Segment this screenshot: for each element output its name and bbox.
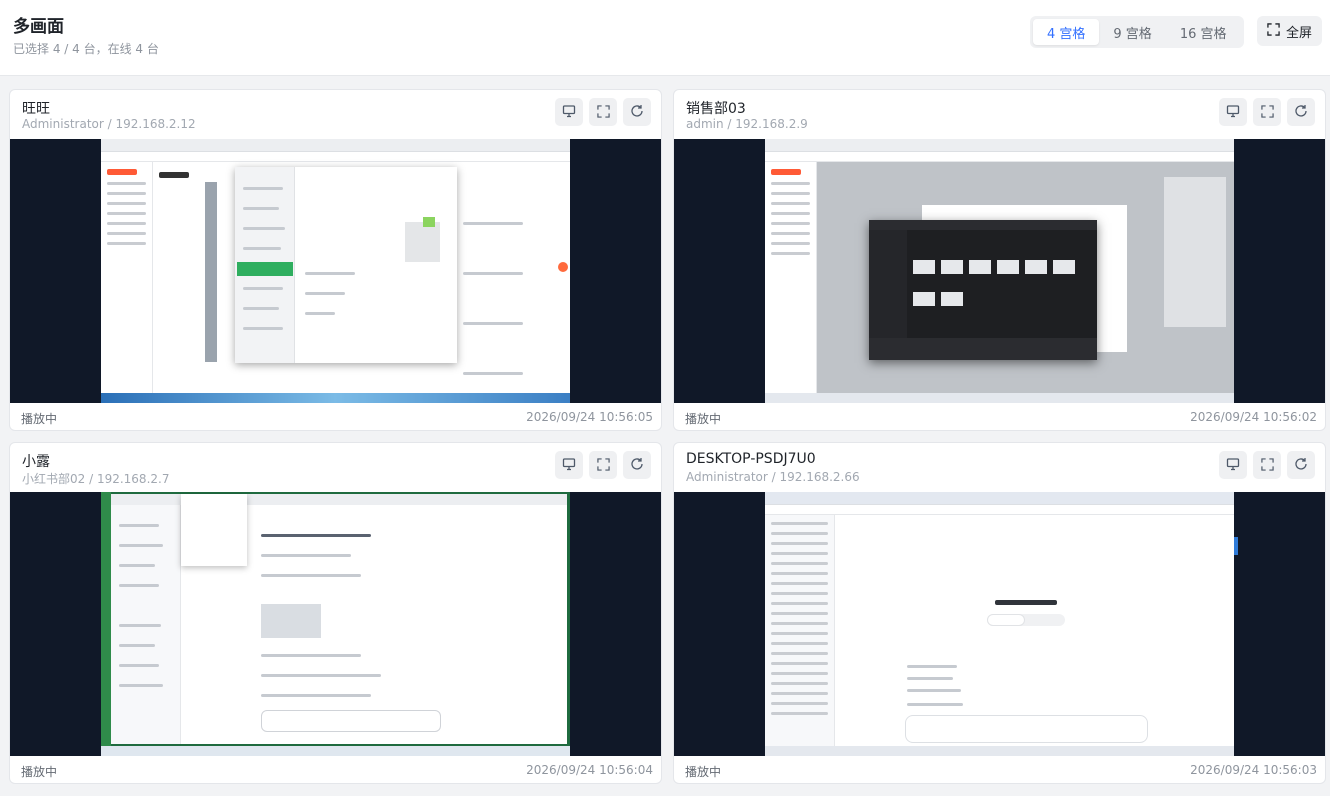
expand-button[interactable]	[1253, 98, 1281, 126]
playback-status: 播放中	[21, 765, 58, 779]
playback-status: 播放中	[21, 412, 58, 426]
refresh-button[interactable]	[1287, 451, 1315, 479]
stream-timestamp: 2026/09/24 10:56:04	[526, 763, 653, 777]
expand-icon	[1260, 456, 1274, 475]
layout-16-grid-button[interactable]: 16 宫格	[1166, 19, 1241, 45]
stream-timestamp: 2026/09/24 10:56:02	[1190, 410, 1317, 424]
expand-button[interactable]	[589, 451, 617, 479]
expand-icon	[1260, 103, 1274, 122]
device-card[interactable]: DESKTOP-PSDJ7U0 Administrator / 192.168.…	[673, 442, 1326, 784]
device-user-ip: Administrator / 192.168.2.66	[686, 470, 860, 484]
monitor-icon	[562, 103, 576, 122]
device-name: DESKTOP-PSDJ7U0	[686, 451, 816, 467]
page-title: 多画面	[13, 17, 64, 37]
remote-control-button[interactable]	[555, 98, 583, 126]
device-card[interactable]: 旺旺 Administrator / 192.168.2.12 播放中 2026…	[9, 89, 662, 431]
device-name: 旺旺	[22, 101, 50, 117]
refresh-icon	[630, 103, 644, 122]
expand-icon	[596, 103, 610, 122]
monitor-icon	[1226, 103, 1240, 122]
playback-status: 播放中	[685, 765, 722, 779]
screen-stream[interactable]	[674, 492, 1325, 756]
device-name: 小露	[22, 454, 50, 470]
remote-screen-thumbnail	[101, 139, 570, 403]
remote-control-button[interactable]	[1219, 98, 1247, 126]
stream-timestamp: 2026/09/24 10:56:03	[1190, 763, 1317, 777]
fullscreen-button[interactable]: 全屏	[1257, 16, 1323, 46]
device-user-ip: admin / 192.168.2.9	[686, 117, 808, 131]
monitor-icon	[1226, 456, 1240, 475]
refresh-button[interactable]	[623, 451, 651, 479]
screen-stream[interactable]	[674, 139, 1325, 403]
layout-4-grid-button[interactable]: 4 宫格	[1033, 19, 1100, 45]
device-name: 销售部03	[686, 101, 746, 117]
expand-icon	[596, 456, 610, 475]
stream-timestamp: 2026/09/24 10:56:05	[526, 410, 653, 424]
page-header: 多画面 已选择 4 / 4 台，在线 4 台 4 宫格 9 宫格 16 宫格 全…	[0, 0, 1330, 76]
grid-layout-switcher: 4 宫格 9 宫格 16 宫格	[1030, 16, 1244, 48]
refresh-icon	[1294, 103, 1308, 122]
refresh-icon	[630, 456, 644, 475]
refresh-button[interactable]	[1287, 98, 1315, 126]
screen-stream[interactable]	[10, 492, 661, 756]
selection-summary: 已选择 4 / 4 台，在线 4 台	[13, 42, 159, 56]
playback-status: 播放中	[685, 412, 722, 426]
remote-control-button[interactable]	[555, 451, 583, 479]
remote-screen-thumbnail	[765, 139, 1234, 403]
expand-button[interactable]	[1253, 451, 1281, 479]
monitor-icon	[562, 456, 576, 475]
remote-screen-thumbnail	[765, 492, 1234, 756]
refresh-icon	[1294, 456, 1308, 475]
refresh-button[interactable]	[623, 98, 651, 126]
screen-stream[interactable]	[10, 139, 661, 403]
remote-screen-thumbnail	[101, 492, 570, 756]
device-user-ip: 小红书部02 / 192.168.2.7	[22, 472, 170, 486]
device-user-ip: Administrator / 192.168.2.12	[22, 117, 196, 131]
device-card[interactable]: 小露 小红书部02 / 192.168.2.7 播放中 2026/09/24 1…	[9, 442, 662, 784]
device-card[interactable]: 销售部03 admin / 192.168.2.9 播放中 2026/09/24…	[673, 89, 1326, 431]
fullscreen-label: 全屏	[1286, 25, 1313, 41]
fullscreen-icon	[1267, 22, 1280, 40]
expand-button[interactable]	[589, 98, 617, 126]
remote-control-button[interactable]	[1219, 451, 1247, 479]
layout-9-grid-button[interactable]: 9 宫格	[1099, 19, 1165, 45]
